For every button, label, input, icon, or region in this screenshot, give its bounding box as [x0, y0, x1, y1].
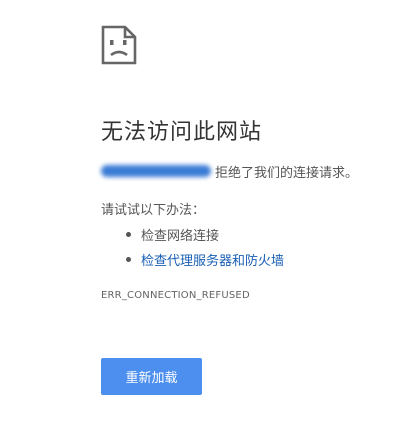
- suggestions-list: 检查网络连接 检查代理服务器和防火墙: [101, 222, 284, 272]
- error-page: 无法访问此网站 拒绝了我们的连接请求。 请试试以下办法： 检查网络连接 检查代理…: [0, 0, 417, 425]
- reload-button[interactable]: 重新加载: [101, 358, 202, 395]
- error-message: 拒绝了我们的连接请求。: [101, 160, 358, 182]
- page-title: 无法访问此网站: [101, 120, 263, 145]
- suggestion-check-network: 检查网络连接: [101, 222, 284, 247]
- error-message-text: 拒绝了我们的连接请求。: [215, 165, 359, 181]
- suggestions-heading: 请试试以下办法：: [101, 203, 206, 218]
- sad-page-icon: [101, 25, 137, 65]
- suggestion-label: 检查网络连接: [141, 229, 220, 244]
- bullet-icon: [126, 257, 131, 262]
- bullet-icon: [126, 232, 131, 237]
- check-proxy-firewall-link[interactable]: 检查代理服务器和防火墙: [141, 250, 284, 269]
- suggestion-check-proxy-firewall[interactable]: 检查代理服务器和防火墙: [101, 247, 284, 272]
- redacted-hostname: [101, 165, 211, 177]
- error-code: ERR_CONNECTION_REFUSED: [101, 290, 250, 301]
